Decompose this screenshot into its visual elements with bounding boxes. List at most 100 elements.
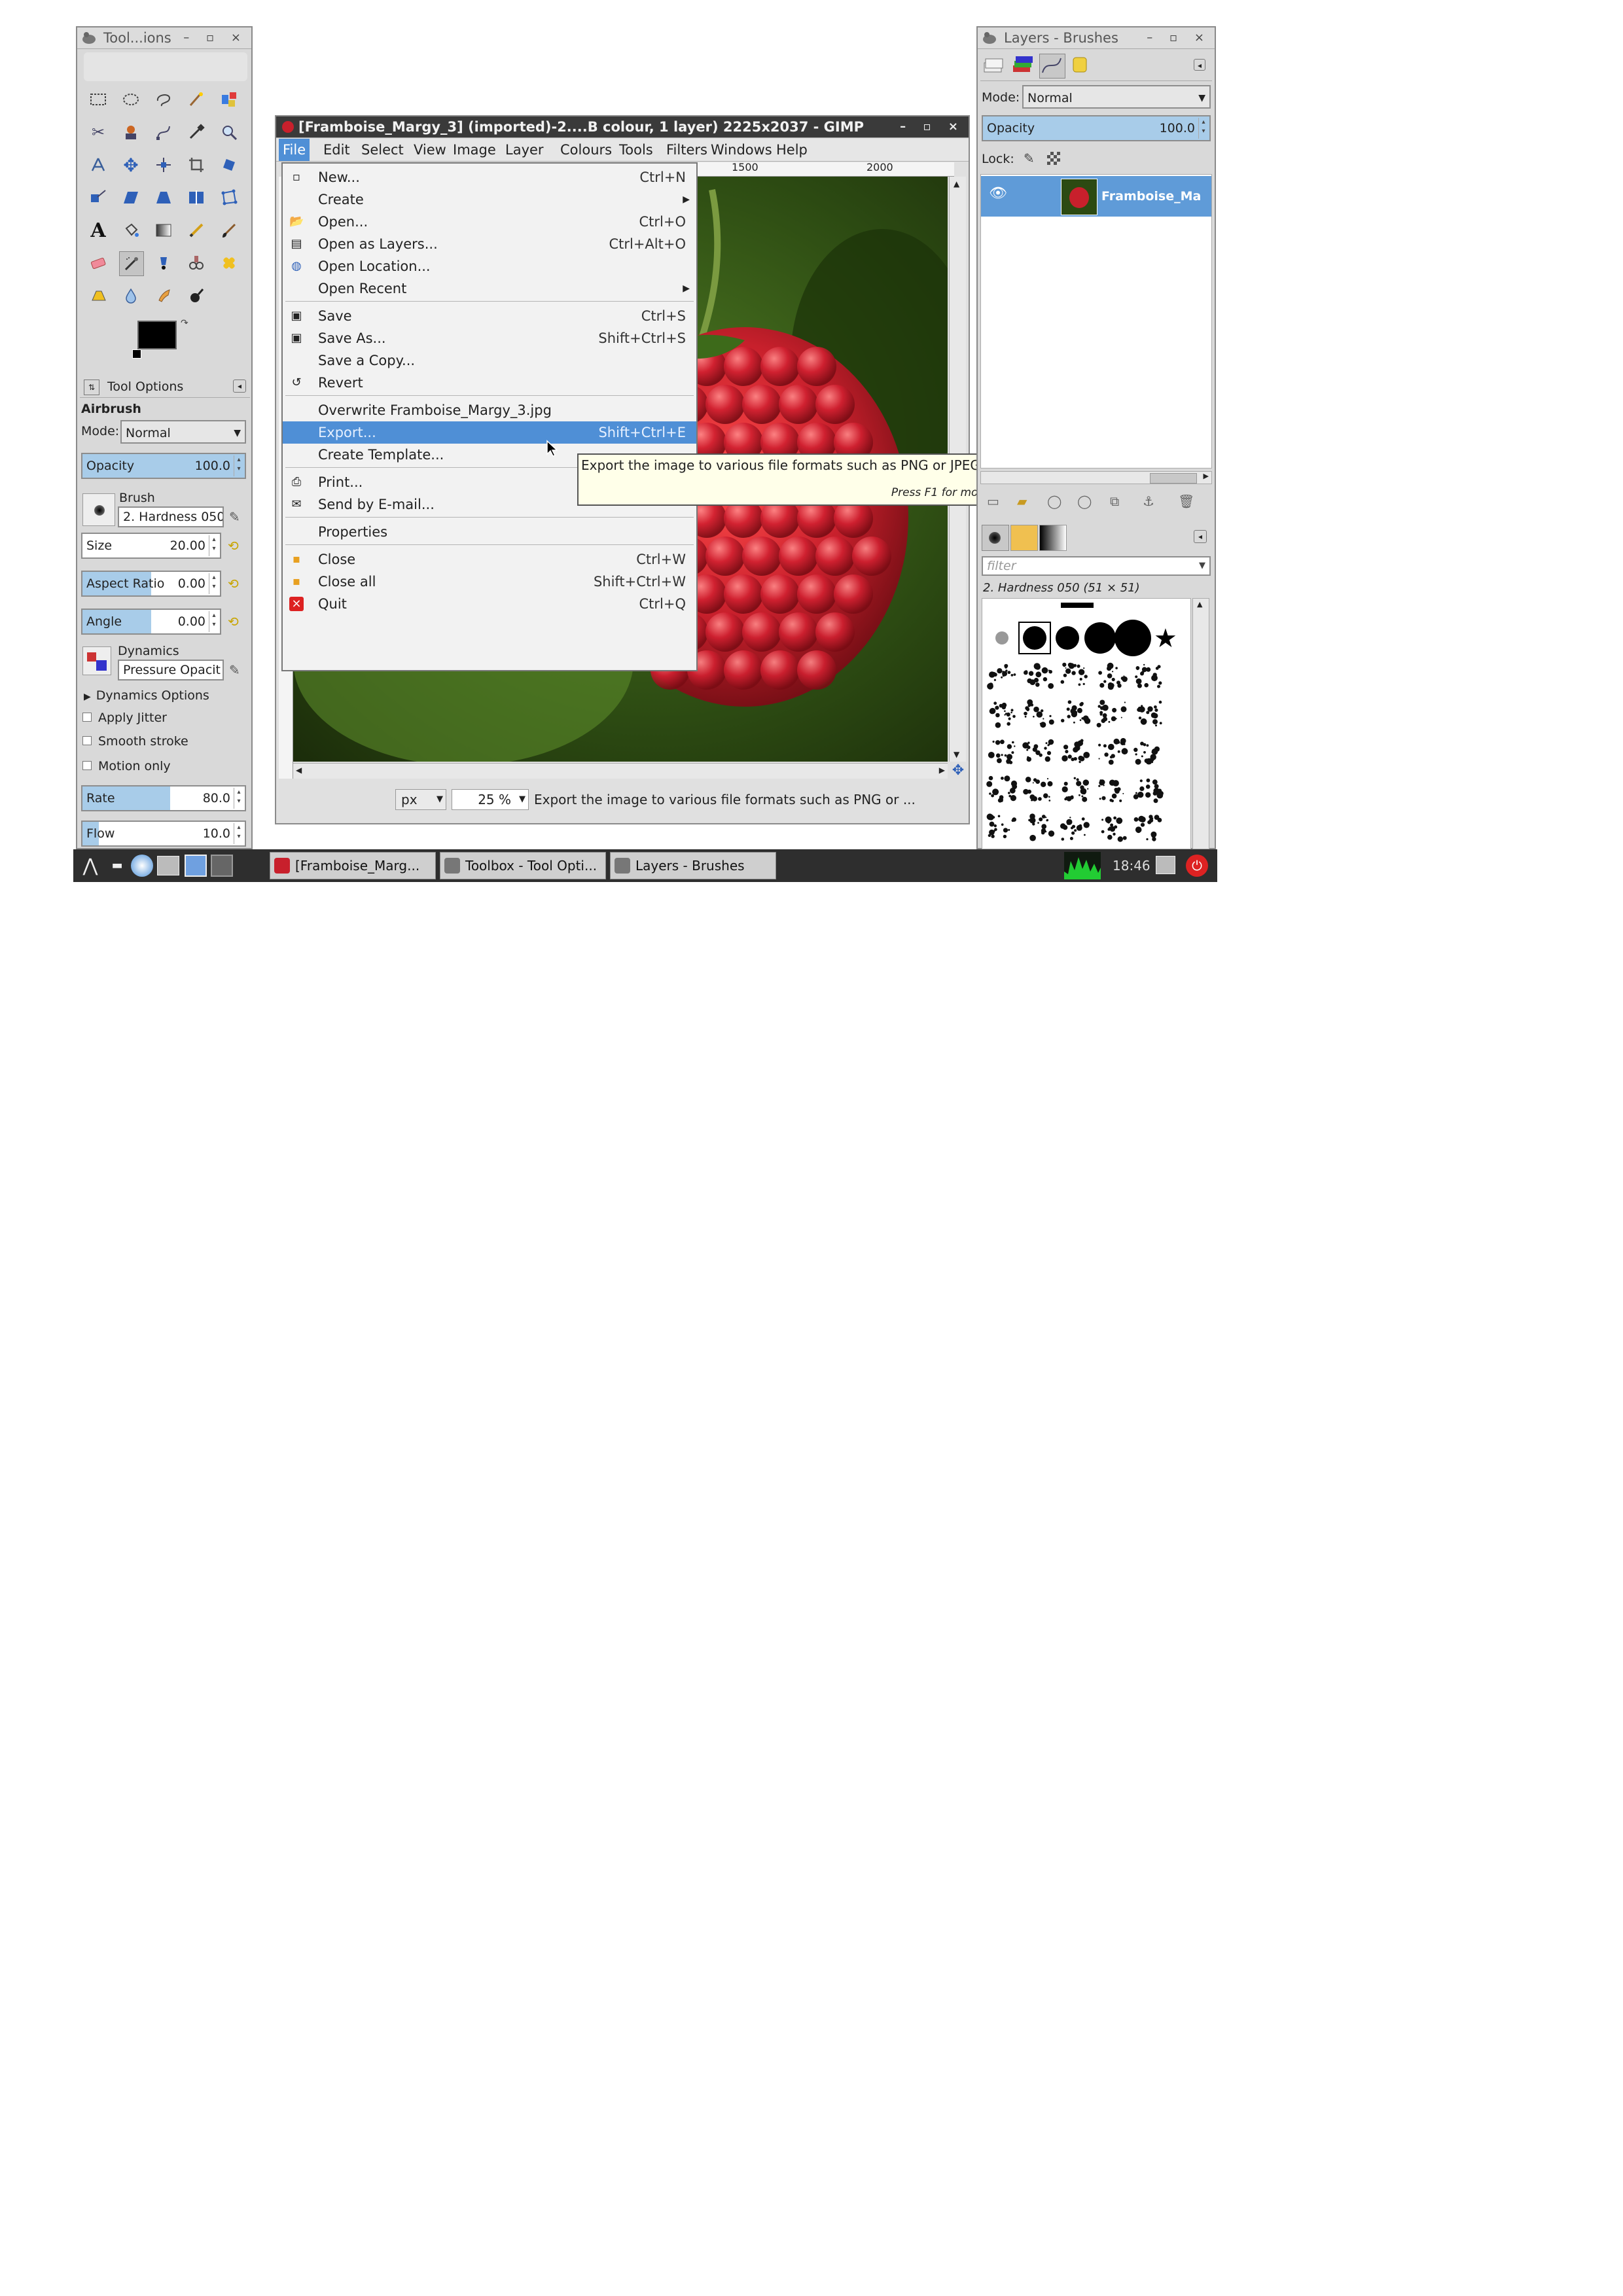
raise-layer-icon[interactable]: ◯ bbox=[1047, 493, 1061, 509]
menu-tools[interactable]: Tools bbox=[615, 139, 657, 161]
taskbar-button[interactable]: Layers - Brushes bbox=[610, 852, 776, 879]
brush-field[interactable]: 2. Hardness 050 bbox=[118, 506, 224, 527]
tab-channels[interactable] bbox=[1010, 54, 1037, 79]
tab-undo[interactable] bbox=[1068, 54, 1094, 79]
power-icon[interactable]: ⏻ bbox=[1186, 855, 1208, 877]
scroll-up-icon[interactable]: ▲ bbox=[1197, 600, 1202, 609]
cage-transform-tool-icon[interactable] bbox=[217, 186, 241, 209]
lasso-tool-icon[interactable] bbox=[152, 88, 175, 111]
menu-edit[interactable]: Edit bbox=[319, 139, 354, 161]
taskbar-button[interactable]: Toolbox - Tool Opti... bbox=[440, 852, 606, 879]
menu-file[interactable]: File bbox=[279, 139, 310, 161]
minimize-all-icon[interactable]: ▬ bbox=[106, 856, 128, 875]
image-window-titlebar[interactable]: [Framboise_Margy_3] (imported)-2....B co… bbox=[276, 116, 969, 138]
menu-item-close[interactable]: ▪ Close Ctrl+W bbox=[283, 548, 696, 571]
dynamics-options-expander[interactable]: ▶ Dynamics Options bbox=[84, 688, 209, 703]
lower-layer-icon[interactable]: ◯ bbox=[1077, 493, 1092, 509]
zoom-field[interactable]: 25 % ▼ bbox=[452, 789, 529, 810]
reset-size-icon[interactable]: ⟲ bbox=[228, 538, 245, 555]
layers-dock-titlebar[interactable]: Layers - Brushes – ▫ × bbox=[978, 27, 1215, 49]
apply-jitter-checkbox[interactable]: Apply Jitter bbox=[82, 711, 167, 725]
menu-windows[interactable]: Windows bbox=[707, 139, 776, 161]
color-picker-tool-icon[interactable] bbox=[185, 120, 208, 144]
lock-alpha-icon[interactable] bbox=[1047, 152, 1060, 165]
brushes-configure-icon[interactable]: ◂ bbox=[1194, 530, 1207, 543]
airbrush-tool-icon[interactable] bbox=[119, 251, 144, 276]
menu-item-open-location[interactable]: ◍ Open Location... bbox=[283, 255, 696, 277]
horizontal-ruler[interactable]: 1500 2000 bbox=[691, 161, 954, 177]
crop-tool-icon[interactable] bbox=[185, 153, 208, 177]
layers-hscroll-thumb[interactable] bbox=[1150, 473, 1197, 484]
dock-configure-icon[interactable]: ◂ bbox=[1194, 59, 1205, 71]
dodge-burn-tool-icon[interactable] bbox=[185, 284, 208, 308]
toolbox-window-buttons[interactable]: – ▫ × bbox=[183, 27, 247, 48]
delete-layer-icon[interactable]: 🗑 bbox=[1178, 493, 1194, 509]
smooth-stroke-checkbox[interactable]: Smooth stroke bbox=[82, 734, 188, 749]
brush-grid-scrollbar[interactable]: ▲ bbox=[1192, 598, 1209, 849]
foreground-color-swatch[interactable] bbox=[137, 321, 177, 349]
scroll-down-icon[interactable]: ▼ bbox=[954, 750, 959, 759]
tab-gradients[interactable] bbox=[1039, 525, 1067, 551]
size-spinner[interactable]: ▴ ▾ bbox=[209, 535, 219, 556]
tab-brushes[interactable] bbox=[982, 525, 1009, 551]
scroll-left-icon[interactable]: ◀ bbox=[296, 766, 302, 775]
ink-tool-icon[interactable] bbox=[152, 251, 175, 275]
shear-tool-icon[interactable] bbox=[119, 186, 143, 209]
desktop-switch-2-icon[interactable] bbox=[211, 855, 233, 877]
menu-item-properties[interactable]: Properties bbox=[283, 521, 696, 543]
tab-layers[interactable] bbox=[982, 54, 1008, 79]
swap-colors-icon[interactable]: ↷ bbox=[181, 318, 188, 328]
flip-tool-icon[interactable] bbox=[185, 186, 208, 209]
new-layer-icon[interactable]: ▭ bbox=[987, 493, 999, 509]
menu-item-revert[interactable]: ↺ Revert bbox=[283, 372, 696, 394]
perspective-clone-tool-icon[interactable] bbox=[86, 284, 110, 308]
start-menu-icon[interactable]: ⋀ bbox=[77, 853, 103, 878]
scissors-tool-icon[interactable]: ✂ bbox=[86, 120, 110, 144]
scroll-up-icon[interactable]: ▲ bbox=[954, 179, 959, 188]
navigate-icon[interactable]: ✥ bbox=[950, 763, 966, 779]
menu-select[interactable]: Select bbox=[357, 139, 408, 161]
menu-image[interactable]: Image bbox=[449, 139, 500, 161]
menu-item-save-a-copy[interactable]: Save a Copy... bbox=[283, 349, 696, 372]
menu-item-open-recent[interactable]: Open Recent ▶ bbox=[283, 277, 696, 300]
pencil-tool-icon[interactable] bbox=[185, 219, 208, 242]
scale-tool-icon[interactable] bbox=[86, 186, 110, 209]
measure-tool-icon[interactable] bbox=[86, 153, 110, 177]
layer-row[interactable]: 👁 Framboise_Ma bbox=[981, 176, 1211, 217]
motion-only-box[interactable] bbox=[82, 761, 92, 770]
move-tool-icon[interactable]: ✥ bbox=[119, 153, 143, 177]
layers-hscroll[interactable]: ▶ bbox=[980, 471, 1212, 484]
smudge-tool-icon[interactable] bbox=[152, 284, 175, 308]
aspect-ratio-spinner[interactable]: ▴ ▾ bbox=[209, 573, 219, 594]
bucket-fill-tool-icon[interactable] bbox=[119, 219, 143, 242]
wilber-drop-area[interactable] bbox=[84, 52, 247, 81]
menu-item-save[interactable]: ▣ Save Ctrl+S bbox=[283, 305, 696, 327]
size-slider[interactable]: Size 20.00 ▴ ▾ bbox=[81, 533, 221, 559]
configure-tab-icon[interactable]: ◂ bbox=[233, 380, 246, 393]
paintbrush-tool-icon[interactable] bbox=[217, 219, 241, 242]
heal-tool-icon[interactable] bbox=[217, 251, 241, 275]
opacity-slider[interactable]: Opacity 100.0 ▴ ▾ bbox=[81, 453, 246, 479]
menu-filters[interactable]: Filters bbox=[662, 139, 711, 161]
windows-icon[interactable] bbox=[157, 856, 179, 875]
menu-help[interactable]: Help bbox=[772, 139, 812, 161]
brush-filter-input[interactable]: filter ▼ bbox=[982, 556, 1211, 576]
blur-tool-icon[interactable] bbox=[119, 284, 143, 308]
image-window-buttons[interactable]: – ▫ × bbox=[900, 116, 965, 137]
text-tool-icon[interactable]: A bbox=[86, 219, 110, 242]
ellipse-select-tool-icon[interactable] bbox=[119, 88, 143, 111]
motion-only-checkbox[interactable]: Motion only bbox=[82, 759, 171, 773]
menu-view[interactable]: View bbox=[410, 139, 450, 161]
reset-aspect-icon[interactable]: ⟲ bbox=[228, 576, 245, 593]
brush-grid[interactable]: ★ bbox=[982, 598, 1191, 849]
network-icon[interactable] bbox=[1156, 856, 1175, 874]
zoom-tool-icon[interactable] bbox=[217, 120, 241, 144]
align-tool-icon[interactable] bbox=[152, 153, 175, 177]
toolbox-titlebar[interactable]: Tool...ions – ▫ × bbox=[77, 27, 251, 49]
default-colors-icon[interactable] bbox=[132, 349, 141, 359]
rotate-tool-icon[interactable] bbox=[217, 153, 241, 177]
menu-item-save-as[interactable]: ▣ Save As... Shift+Ctrl+S bbox=[283, 327, 696, 349]
tab-patterns[interactable] bbox=[1010, 525, 1038, 551]
mode-select[interactable]: Normal ▼ bbox=[120, 420, 246, 444]
apply-jitter-box[interactable] bbox=[82, 713, 92, 722]
